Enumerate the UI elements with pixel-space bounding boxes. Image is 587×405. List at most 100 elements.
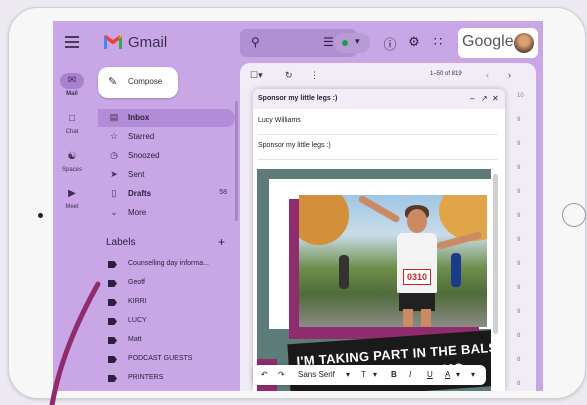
pencil-icon: ✎ [108,76,118,88]
label-icon [108,337,117,344]
nav-item-starred[interactable]: ☆ Starred [98,128,235,146]
top-bar: Gmail ⚲ ☰ ▾ ⓘ ⚙ ∷ Google [53,21,543,65]
rail-item-mail[interactable]: ✉ Mail [53,73,91,97]
refresh-icon[interactable]: ↻ [285,70,293,81]
font-size-icon[interactable]: T [361,370,366,379]
label-icon [108,356,117,363]
google-account-chip[interactable]: Google [458,28,538,58]
row-date: 9 [517,213,521,219]
chevron-down-icon[interactable]: ▾ [373,370,377,379]
spaces-icon: ☯ [67,151,77,162]
runner-leg [421,309,431,327]
recipient-field[interactable]: Lucy Williams [258,117,301,124]
apps-grid-icon[interactable]: ∷ [430,34,446,50]
next-page-icon[interactable]: › [508,70,511,80]
draft-icon: ▯ [111,188,117,198]
nav-item-more[interactable]: ⌄ More [98,204,235,222]
chevron-down-icon[interactable]: ▾ [346,370,350,379]
label-icon [108,375,117,382]
rail-item-chat[interactable]: □ Chat [53,111,91,135]
rail-item-spaces[interactable]: ☯ Spaces [53,149,91,173]
tree [299,195,349,245]
send-icon: ➤ [110,169,118,179]
compose-label: Compose [128,77,163,86]
chat-icon: □ [68,113,76,124]
subject-field[interactable]: Sponsor my little legs :) [258,142,331,149]
minimize-icon[interactable]: – [470,94,474,103]
nav-label: Snoozed [128,151,160,160]
rail-label: Chat [65,129,79,135]
label-item[interactable]: Geoff [98,275,235,293]
divider [258,159,498,160]
nav-item-sent[interactable]: ➤ Sent [98,166,235,184]
add-label-icon[interactable]: + [218,235,225,249]
sponsor-poster-image: 0310 I'M TAKING PART IN THE BALSAL AND R… [257,169,491,391]
row-date: 9 [517,165,521,171]
nav-label: Drafts [128,189,152,198]
chevron-down-icon[interactable]: ▾ [456,370,460,379]
format-toolbar: ↶ ↷ Sans Serif ▾ T ▾ B I U A ▾ ▾ [253,365,486,385]
underline-button[interactable]: U [427,370,433,379]
hamburger-icon[interactable] [65,36,79,48]
undo-icon[interactable]: ↶ [261,370,268,379]
chevron-down-icon[interactable]: ▾ [471,370,475,379]
gear-icon[interactable]: ⚙ [406,34,422,50]
drafts-count: 58 [219,189,227,196]
rail-label: Mail [66,91,78,97]
expand-icon[interactable]: ↗ [481,94,488,103]
chevron-down-icon: ▾ [355,36,360,46]
text-color-button[interactable]: A [445,370,450,379]
nav-item-snoozed[interactable]: ◷ Snoozed [98,147,235,165]
compose-scrollbar[interactable] [493,174,498,334]
star-icon: ☆ [109,131,119,141]
label-item[interactable]: KIRRI [98,294,235,312]
row-date: 10 [517,93,524,99]
italic-button[interactable]: I [409,370,411,379]
redo-icon[interactable]: ↷ [278,370,285,379]
inbox-icon: ▤ [109,112,119,122]
label-item[interactable]: PRINTERS [98,370,235,388]
background-runner [451,253,461,287]
status-selector[interactable]: ▾ [334,33,370,53]
google-brand-text: Google [462,33,514,50]
nav-label: Sent [128,170,145,179]
help-icon[interactable]: ⓘ [382,34,398,53]
row-date: 8 [517,333,521,339]
font-selector[interactable]: Sans Serif [298,370,335,379]
compose-window-header[interactable]: Sponsor my little legs :) – ↗ ✕ [253,89,505,109]
label-icon [108,280,117,287]
labels-heading: Labels [106,237,136,248]
active-status-dot [342,40,348,46]
runner-photo: 0310 [299,195,487,327]
camera [38,213,43,218]
tune-icon[interactable]: ☰ [323,35,334,49]
runner-head [407,209,427,233]
clock-icon: ◷ [110,150,118,160]
rail-label: Spaces [61,167,82,173]
avatar[interactable] [514,33,534,53]
home-button[interactable] [562,203,586,227]
nav-scrollbar[interactable] [235,101,238,221]
rail-item-meet[interactable]: ▶ Meet [53,186,91,210]
row-date: 8 [517,357,521,363]
label-item[interactable]: PODCAST GUESTS [98,351,235,369]
search-icon[interactable]: ⚲ [251,35,260,49]
select-checkbox[interactable]: ☐▾ [250,70,263,81]
bold-button[interactable]: B [391,370,397,379]
row-date: 9 [517,261,521,267]
label-item[interactable]: Matt [98,332,235,350]
row-date: 9 [517,237,521,243]
label-item[interactable]: LUCY [98,313,235,331]
label-item[interactable]: Counselling day informa... [98,256,235,274]
more-vert-icon[interactable]: ⋮ [310,70,319,81]
compose-window: Sponsor my little legs :) – ↗ ✕ Lucy Wil… [253,89,505,391]
race-bib: 0310 [403,269,431,285]
prev-page-icon[interactable]: ‹ [486,70,489,80]
background-runner [339,255,349,289]
row-date: 9 [517,285,521,291]
compose-button[interactable]: ✎ Compose [98,67,178,98]
nav-item-inbox[interactable]: ▤ Inbox [98,109,235,127]
close-icon[interactable]: ✕ [492,94,499,103]
rail-label: Meet [65,204,79,210]
nav-item-drafts[interactable]: ▯ Drafts 58 [98,185,235,203]
